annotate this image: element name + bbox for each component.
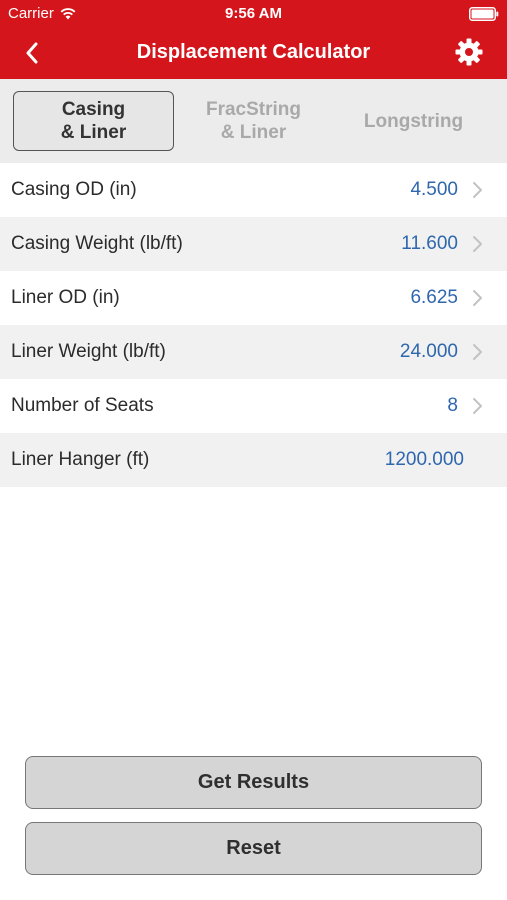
row-label: Liner Weight (lb/ft)	[11, 341, 166, 362]
row-label: Casing Weight (lb/ft)	[11, 233, 183, 254]
row-liner-hanger[interactable]: Liner Hanger (ft) 1200.000	[0, 433, 507, 487]
reset-button[interactable]: Reset	[25, 822, 482, 875]
segmented-control: Casing & Liner FracString & Liner Longst…	[0, 79, 507, 163]
row-value: 4.500	[410, 179, 458, 200]
row-value: 6.625	[410, 287, 458, 308]
row-casing-od[interactable]: Casing OD (in) 4.500	[0, 163, 507, 217]
row-liner-weight[interactable]: Liner Weight (lb/ft) 24.000	[0, 325, 507, 379]
row-casing-weight[interactable]: Casing Weight (lb/ft) 11.600	[0, 217, 507, 271]
tab-longstring[interactable]: Longstring	[333, 91, 494, 151]
chevron-right-icon	[473, 182, 482, 198]
status-bar: Carrier 9:56 AM	[0, 0, 507, 28]
row-label: Liner OD (in)	[11, 287, 120, 308]
battery-icon	[469, 7, 499, 21]
settings-button[interactable]	[453, 36, 485, 68]
header: Carrier 9:56 AM Displacement Calculator	[0, 0, 507, 79]
input-list: Casing OD (in) 4.500 Casing Weight (lb/f…	[0, 163, 507, 487]
row-value: 8	[447, 395, 458, 416]
status-time: 9:56 AM	[225, 5, 282, 22]
chevron-right-icon	[473, 344, 482, 360]
gear-icon	[455, 38, 483, 66]
row-label: Casing OD (in)	[11, 179, 137, 200]
displacement-calculator-screen: Carrier 9:56 AM Displacement Calculator …	[0, 0, 507, 900]
row-liner-od[interactable]: Liner OD (in) 6.625	[0, 271, 507, 325]
page-title: Displacement Calculator	[136, 41, 371, 63]
row-label: Liner Hanger (ft)	[11, 449, 150, 470]
chevron-right-icon	[473, 398, 482, 414]
get-results-button[interactable]: Get Results	[25, 756, 482, 809]
row-value: 1200.000	[384, 449, 464, 470]
row-label: Number of Seats	[11, 395, 154, 416]
nav-bar: Displacement Calculator	[0, 28, 507, 79]
tab-casing-liner[interactable]: Casing & Liner	[13, 91, 174, 151]
chevron-right-icon	[473, 290, 482, 306]
row-value: 11.600	[401, 233, 458, 254]
row-value: 24.000	[399, 341, 458, 362]
chevron-right-icon	[473, 236, 482, 252]
tab-fracstring-liner[interactable]: FracString & Liner	[173, 91, 334, 151]
row-number-of-seats[interactable]: Number of Seats 8	[0, 379, 507, 433]
